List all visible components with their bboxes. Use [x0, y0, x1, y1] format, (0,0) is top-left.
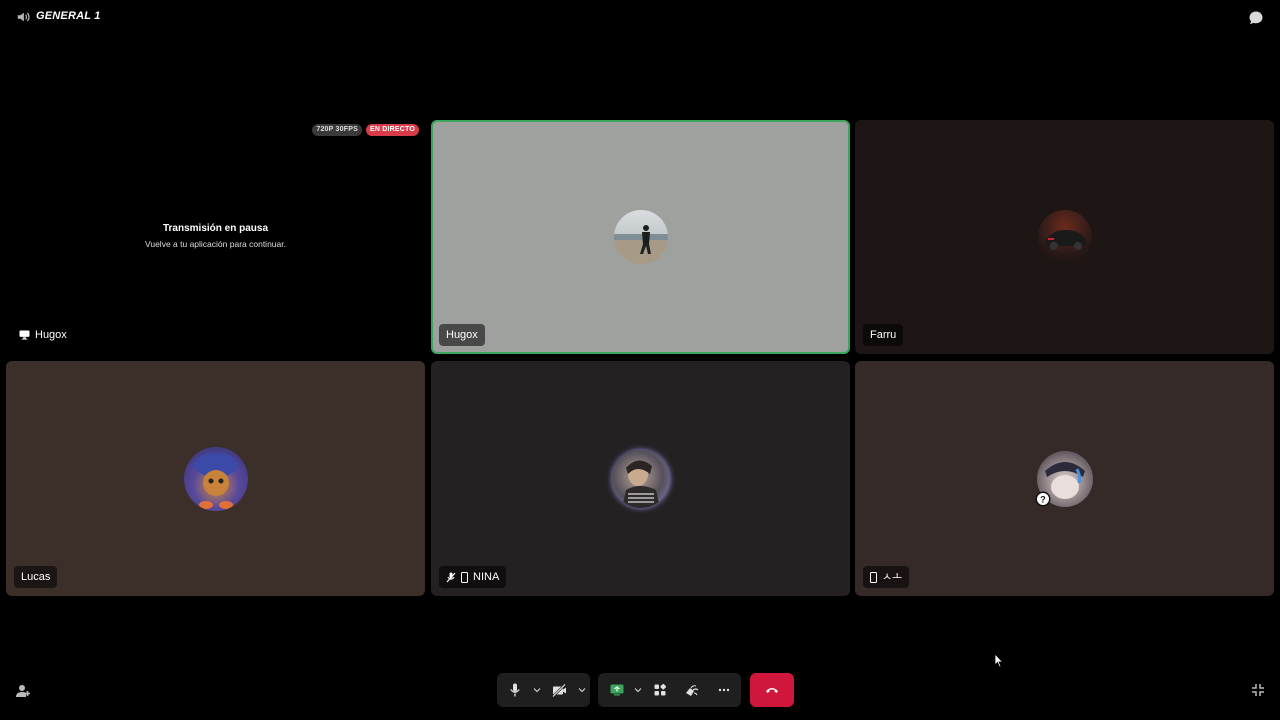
- participant-name-tag: Hugox: [439, 324, 485, 346]
- svg-text:?: ?: [1040, 495, 1046, 505]
- participant-name: Lucas: [21, 571, 51, 583]
- participant-name: NINA: [473, 571, 500, 583]
- top-bar: GENERAL 1: [0, 0, 1280, 34]
- participant-name-tag: NINA: [439, 566, 507, 588]
- mic-options-button[interactable]: [531, 673, 543, 707]
- more-button[interactable]: [708, 673, 740, 707]
- hangup-button[interactable]: [750, 673, 794, 707]
- participant-name: ㅅㅗ: [882, 571, 903, 583]
- mic-button[interactable]: [499, 673, 531, 707]
- activity-controls: [598, 673, 741, 707]
- mobile-icon: [870, 571, 877, 583]
- exit-fullscreen-icon[interactable]: [1251, 683, 1265, 702]
- chat-bubble-icon[interactable]: [1248, 10, 1264, 26]
- screen-share-icon: [610, 684, 624, 696]
- avatar: [611, 449, 670, 508]
- activities-button[interactable]: [644, 673, 676, 707]
- participant-tile[interactable]: Farru: [855, 120, 1274, 354]
- activities-icon: [654, 684, 666, 696]
- participant-tile[interactable]: NINA: [431, 361, 850, 596]
- camera-button[interactable]: [543, 673, 576, 707]
- live-badge: EN DIRECTO: [365, 124, 419, 136]
- chevron-down-icon: [634, 688, 642, 693]
- participant-name-tag: Lucas: [14, 566, 58, 588]
- participant-name-tag: ㅅㅗ: [863, 566, 910, 588]
- more-icon: [718, 688, 730, 692]
- participant-tile[interactable]: Hugox: [431, 120, 850, 354]
- muted-mic-icon: [446, 572, 456, 582]
- participant-tile[interactable]: Lucas: [6, 361, 425, 596]
- screen-share-button[interactable]: [602, 673, 632, 707]
- add-person-icon[interactable]: [15, 683, 31, 704]
- stream-badges: 720P 30FPS EN DIRECTO: [312, 124, 419, 136]
- avatar: [613, 210, 668, 264]
- participant-name-tag: Farru: [863, 324, 904, 346]
- soundboard-button[interactable]: [676, 673, 708, 707]
- stream-paused-subtitle: Vuelve a tu aplicación para continuar.: [145, 239, 286, 249]
- audio-video-controls: [497, 673, 590, 707]
- participant-name: Hugox: [446, 329, 478, 341]
- participant-name: Hugox: [35, 329, 67, 341]
- participant-name-tag: Hugox: [14, 324, 74, 346]
- camera-off-icon: [552, 683, 566, 697]
- microphone-icon: [510, 683, 520, 697]
- chevron-down-icon: [533, 688, 541, 693]
- camera-options-button[interactable]: [576, 673, 588, 707]
- avatar: [183, 446, 248, 511]
- screen-share-options-button[interactable]: [632, 673, 644, 707]
- monitor-icon: [19, 330, 30, 340]
- resolution-badge: 720P 30FPS: [312, 124, 362, 136]
- screen-share-tile[interactable]: 720P 30FPS EN DIRECTO Transmisión en pau…: [6, 120, 425, 354]
- stream-paused-title: Transmisión en pausa: [162, 223, 269, 234]
- participant-name: Farru: [870, 329, 897, 341]
- mobile-icon: [461, 571, 468, 583]
- question-icon: ?: [1035, 491, 1051, 507]
- hangup-icon: [766, 688, 778, 693]
- mouse-cursor-icon: [994, 652, 1004, 673]
- participant-tile[interactable]: ? ㅅㅗ: [855, 361, 1274, 596]
- chevron-down-icon: [578, 688, 586, 693]
- channel-name: GENERAL 1: [36, 10, 101, 22]
- speaker-icon: [17, 12, 30, 22]
- soundboard-icon: [686, 684, 699, 696]
- avatar: [1037, 210, 1092, 264]
